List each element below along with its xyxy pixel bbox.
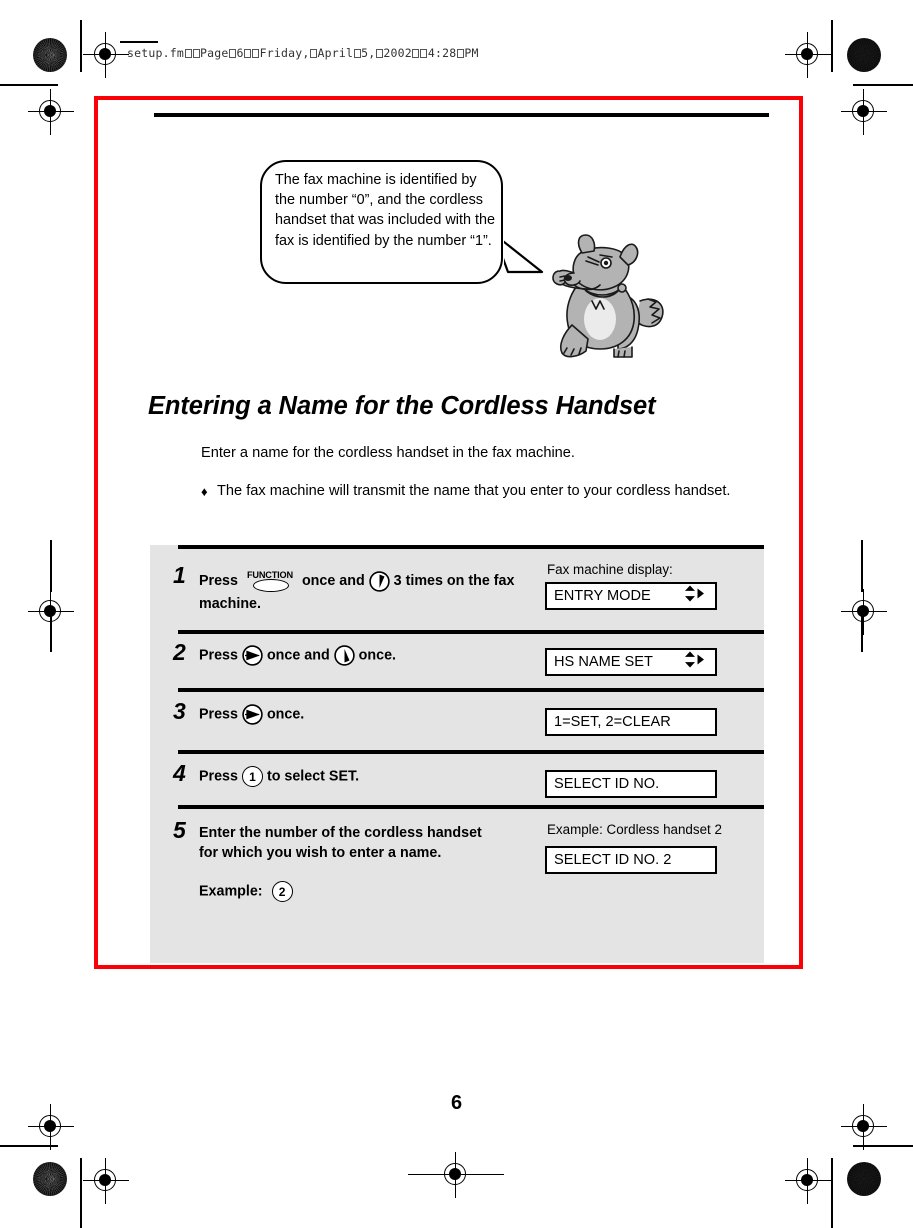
panel-rule-1 (178, 630, 764, 634)
procedure-steps-panel: 1 Press FUNCTION once and 3 times on the… (150, 545, 764, 963)
lcd-text-4: SELECT ID NO. (554, 776, 660, 792)
display-column-3: 1=SET, 2=CLEAR (545, 703, 764, 736)
right-arrow-key-icon-step3[interactable] (242, 704, 263, 725)
lcd-text-1: ENTRY MODE (554, 588, 651, 604)
digit-key-1-icon[interactable]: 1 (241, 766, 263, 787)
trim-line-bottom-right-vertical (831, 1158, 833, 1228)
lcd-text-5: SELECT ID NO. 2 (554, 852, 672, 868)
step-number-1: 1 (173, 562, 186, 588)
right-arrow-key-icon-step2[interactable] (242, 645, 263, 666)
halftone-registration-dot-top-right (847, 38, 881, 72)
registration-crosshair-left-upper (28, 89, 74, 135)
registration-crosshair-right-middle (841, 589, 887, 635)
digit-key-2-icon[interactable]: 2 (271, 881, 293, 902)
step2-middle-label: once and (266, 647, 330, 664)
trim-line-left-middle-lower (50, 610, 52, 652)
panel-rule-3 (178, 750, 764, 754)
trim-line-right-upper-horizontal (853, 84, 913, 86)
lcd-display-1: ENTRY MODE (545, 582, 717, 610)
halftone-registration-dot-bottom-left (33, 1162, 67, 1196)
lcd-display-5: SELECT ID NO. 2 (545, 846, 717, 874)
registration-crosshair-right-upper (841, 89, 887, 135)
step5-example-label: Example: (199, 883, 263, 900)
lcd-arrows-icon-2 (684, 651, 706, 674)
callout-text: The fax machine is identified by the num… (275, 172, 495, 249)
mascot-illustration (548, 233, 670, 366)
step-number-4: 4 (173, 760, 186, 786)
display-column-1: Fax machine display: ENTRY MODE (545, 562, 764, 610)
step-instruction-2: Press once and once. (199, 645, 544, 666)
halftone-registration-dot-top-left (33, 38, 67, 72)
step2-press-label: Press (199, 647, 238, 664)
trim-line-right-lower-horizontal (853, 1145, 913, 1147)
registration-crosshair-bottom-left-inner (83, 1158, 129, 1204)
registration-crosshair-bottom-center (433, 1152, 479, 1198)
display-column-2: HS NAME SET (545, 643, 764, 676)
intro-paragraph: Enter a name for the cordless handset in… (201, 445, 575, 461)
step-instruction-1: Press FUNCTION once and 3 times on the f… (199, 568, 544, 614)
lcd-text-3: 1=SET, 2=CLEAR (554, 714, 671, 730)
print-slug-text: setup.fm Page 6 Friday, April 5, 2002 4:28 PM (127, 46, 479, 60)
bullet-note: ♦ The fax machine will transmit the name… (201, 481, 761, 502)
step-instruction-3: Press once. (199, 704, 544, 725)
up-arrow-key-icon[interactable] (333, 645, 355, 666)
down-arrow-key-icon[interactable] (368, 570, 390, 592)
display-column-5: Example: Cordless handset 2 SELECT ID NO… (545, 822, 764, 874)
step3-press-label: Press (199, 706, 238, 723)
trim-line-left-middle (50, 540, 52, 592)
step1-press-label: Press (199, 572, 238, 589)
display-example-note: Example: Cordless handset 2 (547, 822, 722, 837)
step1-middle-label: once and (301, 572, 365, 589)
function-key-icon[interactable]: FUNCTION (244, 568, 296, 594)
page-title: Entering a Name for the Cordless Handset (148, 392, 656, 420)
trim-line-left-lower-horizontal (0, 1145, 58, 1147)
step-instruction-4: Press 1 to select SET. (199, 766, 544, 787)
lcd-display-2: HS NAME SET (545, 648, 717, 676)
step4-after-label: to select SET. (266, 768, 360, 785)
trim-line-top-right-vertical (831, 20, 833, 72)
trim-line-right-middle (861, 540, 863, 592)
step5-instruction-text: Enter the number of the cordless handset… (199, 825, 482, 861)
step3-after-label: once. (266, 706, 305, 723)
step-number-5: 5 (173, 817, 186, 843)
step-number-3: 3 (173, 698, 186, 724)
trim-line-left-upper-horizontal (0, 84, 58, 86)
callout-bubble: The fax machine is identified by the num… (260, 160, 545, 295)
bullet-note-text: The fax machine will transmit the name t… (217, 483, 731, 499)
trim-line-top-left-vertical (80, 20, 82, 72)
panel-rule-4 (178, 805, 764, 809)
display-column-4: SELECT ID NO. (545, 765, 764, 798)
lcd-display-4: SELECT ID NO. (545, 770, 717, 798)
step4-press-label: Press (199, 768, 238, 785)
slug-underline (120, 41, 158, 43)
trim-line-right-middle-lower (861, 610, 863, 652)
trim-line-bottom-center-right (476, 1174, 504, 1176)
panel-rule-2 (178, 688, 764, 692)
trim-line-bottom-left-vertical (80, 1158, 82, 1228)
display-column-header: Fax machine display: (547, 562, 673, 577)
panel-rule-top (178, 545, 764, 549)
page-number: 6 (450, 1092, 463, 1114)
trim-line-bottom-center-left (408, 1174, 436, 1176)
lcd-display-3: 1=SET, 2=CLEAR (545, 708, 717, 736)
step2-after-label: once. (358, 647, 397, 664)
registration-crosshair-top-right-inner (785, 32, 831, 78)
halftone-registration-dot-bottom-right (847, 1162, 881, 1196)
header-rule (154, 113, 769, 117)
registration-crosshair-top-left-inner (83, 32, 129, 78)
lcd-arrows-icon-1 (684, 585, 706, 608)
lcd-text-2: HS NAME SET (554, 654, 653, 670)
step-number-2: 2 (173, 639, 186, 665)
registration-crosshair-bottom-right-inner (785, 1158, 831, 1204)
diamond-bullet-icon: ♦ (201, 484, 208, 499)
step-instruction-5: Enter the number of the cordless handset… (199, 823, 499, 902)
